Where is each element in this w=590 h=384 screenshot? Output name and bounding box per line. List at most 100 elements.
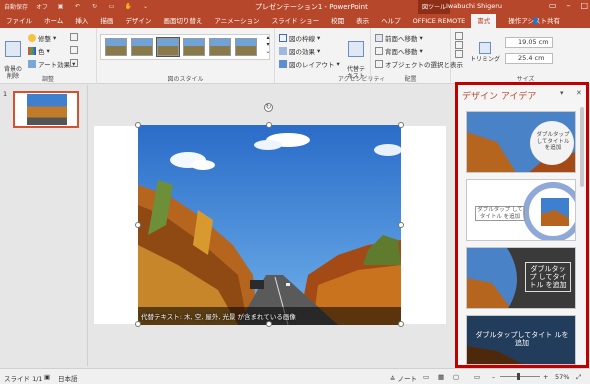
tab-3[interactable]: 描画: [94, 14, 119, 28]
corrections-button[interactable]: 修整 ▾: [28, 33, 56, 43]
present-icon[interactable]: ▭: [107, 2, 116, 11]
bring-forward-button[interactable]: 前面へ移動 ▾: [375, 33, 423, 43]
group-icon[interactable]: [455, 41, 463, 49]
style-thumb[interactable]: [156, 37, 180, 57]
style-thumb[interactable]: [235, 38, 257, 56]
slide-thumbnail-image: [27, 94, 67, 125]
spellcheck-icon[interactable]: ▣: [44, 373, 50, 381]
tab-2[interactable]: 挿入: [69, 14, 94, 28]
slide-counter: スライド 1/1: [4, 375, 43, 383]
tab-6[interactable]: アニメーション: [208, 14, 265, 28]
tab-1[interactable]: ホーム: [38, 14, 69, 28]
color-button[interactable]: 色 ▾: [28, 46, 50, 56]
style-thumb[interactable]: [209, 38, 231, 56]
normal-view-icon[interactable]: ▭: [423, 373, 429, 381]
align-icon[interactable]: [455, 32, 463, 40]
pane-scrollbar[interactable]: [580, 107, 584, 187]
width-field[interactable]: 25.4 cm: [505, 53, 553, 64]
group-arrange: 前面へ移動 ▾ 背面へ移動 ▾ オブジェクトの選択と表示 配置: [371, 28, 463, 84]
crop-button[interactable]: トリミング: [469, 42, 501, 63]
customize-qat-icon[interactable]: ⌄: [141, 2, 150, 11]
zoom-slider-thumb[interactable]: [517, 373, 520, 380]
group-label-styles: 図のスタイル: [167, 76, 204, 83]
slideshow-icon[interactable]: ▭: [474, 373, 480, 381]
artistic-effects-button[interactable]: アート効果 ▾: [28, 59, 75, 69]
style-thumb[interactable]: [183, 38, 205, 56]
selection-pane-button[interactable]: オブジェクトの選択と表示: [375, 59, 463, 69]
window-controls: ▭ – □: [549, 1, 588, 10]
minimize-icon[interactable]: –: [566, 1, 570, 10]
zoom-level[interactable]: 57%: [555, 373, 569, 381]
ribbon-display-icon[interactable]: ▭: [549, 1, 557, 10]
reset-picture-icon: [70, 59, 78, 67]
tab-5[interactable]: 画面切り替え: [157, 14, 208, 28]
align-group-buttons: [455, 32, 463, 58]
resize-handle[interactable]: [266, 321, 272, 327]
resize-handle[interactable]: [135, 321, 141, 327]
zoom-slider[interactable]: [500, 376, 540, 377]
gallery-more-icon[interactable]: ▴ ▾ ⌄: [264, 34, 272, 60]
slide-sorter-icon[interactable]: ▦: [438, 373, 444, 381]
slides-pane: 1: [0, 85, 88, 366]
fit-slide-icon[interactable]: ⤢: [576, 373, 581, 382]
design-idea-2[interactable]: ダブルタップ してタイトル を追加: [466, 179, 576, 241]
user-name[interactable]: Iwabuchi Shigeru: [446, 2, 502, 10]
group-size: トリミング 19.05 cm 25.4 cm サイズ: [451, 28, 590, 84]
notes-label: ノート: [397, 375, 418, 383]
tab-0[interactable]: ファイル: [0, 14, 38, 28]
resize-handle[interactable]: [398, 122, 404, 128]
rotation-handle-icon[interactable]: ↻: [264, 103, 273, 112]
tab-10[interactable]: ヘルプ: [375, 14, 407, 28]
zoom-in-icon[interactable]: +: [543, 373, 548, 381]
autosave-state[interactable]: オフ: [36, 2, 48, 11]
tab-12[interactable]: 書式: [471, 14, 497, 28]
group-label-arrange: 配置: [404, 76, 417, 83]
tab-8[interactable]: 校閲: [325, 14, 350, 28]
maximize-icon[interactable]: □: [580, 1, 588, 10]
design-idea-1[interactable]: ダブルタップ してタイトル を追加: [466, 111, 576, 173]
artistic-effects-icon: [28, 60, 36, 68]
autosave-label[interactable]: 自動保存: [4, 2, 28, 11]
touch-mode-icon[interactable]: ✋: [124, 2, 133, 11]
picture-effects-button[interactable]: 図の効果 ▾: [279, 46, 320, 56]
reset-picture-button[interactable]: [70, 59, 78, 67]
resize-handle[interactable]: [135, 122, 141, 128]
slide-picture[interactable]: 代替テキスト: 木, 空, 屋外, 光景 が含まれている画像: [138, 125, 401, 325]
picture-layout-button[interactable]: 図のレイアウト ▾: [279, 59, 340, 69]
idea-1-title: ダブルタップ してタイトル を追加: [536, 132, 570, 151]
reading-view-icon[interactable]: ▢: [453, 373, 459, 381]
slide-canvas[interactable]: 代替テキスト: 木, 空, 屋外, 光景 が含まれている画像: [94, 122, 446, 327]
style-thumb[interactable]: [131, 38, 153, 56]
height-field[interactable]: 19.05 cm: [505, 37, 553, 48]
send-backward-icon: [375, 47, 383, 55]
tab-9[interactable]: 表示: [350, 14, 375, 28]
picture-border-button[interactable]: 図の枠線 ▾: [279, 33, 320, 43]
tab-4[interactable]: デザイン: [119, 14, 157, 28]
zoom-out-icon[interactable]: –: [492, 373, 495, 381]
style-thumb[interactable]: [105, 38, 127, 56]
crop-label: トリミング: [469, 56, 500, 63]
compress-pictures-button[interactable]: [70, 33, 78, 41]
redo-icon[interactable]: ↻: [90, 2, 99, 11]
language-indicator[interactable]: 日本語: [58, 373, 78, 383]
notes-button[interactable]: ≙ ノート: [390, 373, 417, 383]
design-idea-3[interactable]: ダブルタップ してタイトル を追加: [466, 247, 576, 309]
undo-icon[interactable]: ↶: [73, 2, 82, 11]
group-label-adjust: 調整: [41, 76, 54, 83]
resize-handle[interactable]: [135, 222, 141, 228]
rotate-icon[interactable]: [455, 50, 463, 58]
change-picture-button[interactable]: [70, 46, 78, 54]
resize-handle[interactable]: [398, 222, 404, 228]
resize-handle[interactable]: [266, 122, 272, 128]
layout-icon: [279, 60, 287, 68]
slide-thumbnail[interactable]: [13, 91, 79, 128]
tab-7[interactable]: スライド ショー: [266, 14, 326, 28]
resize-handle[interactable]: [398, 321, 404, 327]
tab-11[interactable]: OFFICE REMOTE: [407, 14, 472, 28]
pane-options-icon[interactable]: ▾: [560, 89, 564, 97]
close-icon[interactable]: ✕: [576, 89, 582, 97]
send-backward-button[interactable]: 背面へ移動 ▾: [375, 46, 423, 56]
share-button[interactable]: 共有: [541, 14, 566, 28]
save-icon[interactable]: ▣: [56, 2, 65, 11]
design-idea-4[interactable]: ダブルタップしてタイト ルを追加: [466, 315, 576, 365]
